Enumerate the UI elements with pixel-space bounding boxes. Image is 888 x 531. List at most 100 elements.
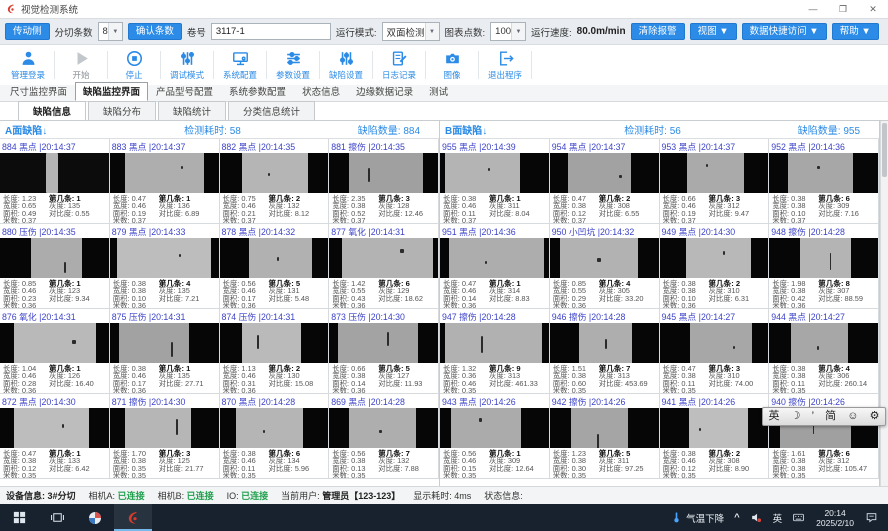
ime-settings-icon[interactable]: ⚙ — [870, 409, 880, 424]
tab-defect-monitor[interactable]: 缺陷监控界面 — [75, 82, 148, 101]
defect-cell[interactable]: 877 氧化 |20:14:31长度: 1.42宽度: 0.55面积: 0.43… — [329, 224, 439, 309]
camera-button[interactable]: 图像 — [426, 46, 478, 84]
ime-emoji-icon[interactable]: ☺ — [847, 409, 858, 424]
tab-system-params[interactable]: 系统参数配置 — [221, 82, 294, 101]
defect-meters: 米数: 0.35 — [113, 472, 216, 479]
ime-simplified[interactable]: 简 — [825, 409, 836, 424]
user-button[interactable]: 管理登录 — [2, 46, 54, 84]
defect-cell[interactable]: 875 压伤 |20:14:31长度: 0.38宽度: 0.46面积: 0.17… — [110, 309, 220, 394]
defect-contrast: 对比度: 7.88 — [378, 465, 419, 472]
defect-cell[interactable]: 945 黑点 |20:14:27长度: 0.47宽度: 0.38面积: 0.11… — [660, 309, 770, 394]
vertical-scrollbar[interactable] — [880, 121, 888, 486]
defect-cell[interactable]: 883 黑点 |20:14:37长度: 0.47宽度: 0.46面积: 0.19… — [110, 139, 220, 224]
defect-cell[interactable]: 951 黑点 |20:14:36长度: 0.47宽度: 0.46面积: 0.14… — [440, 224, 550, 309]
defect-cell[interactable]: 944 黑点 |20:14:27长度: 0.38宽度: 0.38面积: 0.11… — [769, 309, 879, 394]
clear-alarm-button[interactable]: 清除报警 — [631, 23, 685, 40]
volume-button[interactable] — [745, 504, 768, 531]
defect-cell[interactable]: 878 黑点 |20:14:32长度: 0.56宽度: 0.46面积: 0.17… — [220, 224, 330, 309]
action-center-button[interactable] — [860, 504, 883, 531]
data-quick-access-button[interactable]: 数据快捷访问 ▼ — [742, 23, 827, 40]
ime-moon-icon[interactable]: ☽ — [791, 409, 801, 424]
defect-cell[interactable]: 942 擦伤 |20:14:26长度: 1.23宽度: 0.38面积: 0.30… — [550, 394, 660, 479]
run-mode-select[interactable]: 双面检测 ▼ — [382, 22, 440, 41]
slit-count-select[interactable]: 8 ▼ — [98, 22, 123, 41]
subtab-defect-info[interactable]: 缺陷信息 — [18, 101, 86, 120]
defect-meters: 米数: 0.35 — [223, 472, 326, 479]
language-indicator[interactable]: 英 — [768, 504, 788, 531]
start-button[interactable] — [0, 504, 38, 531]
defect-cell[interactable]: 873 压伤 |20:14:30长度: 0.66宽度: 0.38面积: 0.14… — [329, 309, 439, 394]
defect-image — [660, 323, 769, 363]
roll-number-input[interactable] — [211, 23, 331, 40]
defect-cell[interactable]: 881 擦伤 |20:14:35长度: 2.35宽度: 0.38面积: 0.52… — [329, 139, 439, 224]
tray-expand-chevron[interactable]: ^ — [729, 504, 745, 531]
weather-widget[interactable]: 气温下降 — [665, 504, 729, 531]
defect-mark — [387, 332, 389, 346]
confirm-count-button[interactable]: 确认条数 — [128, 23, 182, 40]
tab-product-config[interactable]: 产品型号配置 — [148, 82, 221, 101]
defect-cell[interactable]: 880 压伤 |20:14:35长度: 0.85宽度: 0.46面积: 0.23… — [0, 224, 110, 309]
ime-lang-en[interactable]: 英 — [769, 409, 780, 424]
scrollbar-thumb[interactable] — [882, 123, 887, 177]
tab-status-info[interactable]: 状态信息 — [294, 82, 348, 101]
close-button[interactable]: ✕ — [858, 0, 888, 18]
subtab-class-info-stats[interactable]: 分类信息统计 — [228, 101, 315, 120]
defect-cell[interactable]: 876 氧化 |20:14:31长度: 1.04宽度: 0.46面积: 0.28… — [0, 309, 110, 394]
params-button[interactable]: 参数设置 — [267, 46, 319, 84]
tab-edge-data[interactable]: 边缘数据记录 — [348, 82, 421, 101]
taskbar-app-button[interactable] — [76, 504, 114, 531]
defect-cell[interactable]: 941 黑点 |20:14:26长度: 0.38宽度: 0.46面积: 0.12… — [660, 394, 770, 479]
defect-cell[interactable]: 879 黑点 |20:14:33长度: 0.38宽度: 0.38面积: 0.10… — [110, 224, 220, 309]
defect-cell[interactable]: 948 擦伤 |20:14:28长度: 1.98宽度: 0.38面积: 0.42… — [769, 224, 879, 309]
panel-header: B面缺陷↓检测耗时: 56缺陷数量: 955 — [440, 121, 879, 139]
defect-info: 长度: 0.38宽度: 0.46面积: 0.11米数: 0.37第几条: 1灰度… — [440, 193, 549, 224]
log-button[interactable]: 日志记录 — [373, 46, 425, 84]
defect-cell[interactable]: 872 黑点 |20:14:30长度: 0.47宽度: 0.38面积: 0.12… — [0, 394, 110, 479]
subtab-defect-distribution[interactable]: 缺陷分布 — [88, 101, 156, 120]
defect-cell[interactable]: 954 黑点 |20:14:37长度: 0.47宽度: 0.38面积: 0.12… — [550, 139, 660, 224]
defect-image — [769, 153, 878, 193]
defect-contrast: 对比度: 105.47 — [818, 465, 867, 472]
defect-cell[interactable]: 947 擦伤 |20:14:28长度: 1.32宽度: 0.36面积: 0.46… — [440, 309, 550, 394]
system-button[interactable]: 系统配置 — [214, 46, 266, 84]
image-edge-bar — [110, 153, 125, 193]
defect-cell[interactable]: 946 擦伤 |20:14:28长度: 1.51宽度: 0.38面积: 0.60… — [550, 309, 660, 394]
ime-mode-button[interactable] — [787, 504, 810, 531]
ime-punct[interactable]: ’ — [812, 409, 814, 424]
defect-cell[interactable]: 870 黑点 |20:14:28长度: 0.38宽度: 0.46面积: 0.11… — [220, 394, 330, 479]
system-icon — [231, 49, 250, 68]
exit-button[interactable]: 退出程序 — [479, 46, 531, 84]
defect-cell[interactable]: 949 黑点 |20:14:30长度: 0.38宽度: 0.38面积: 0.10… — [660, 224, 770, 309]
defect-mark — [830, 253, 832, 269]
debug-button[interactable]: 调试模式 — [161, 46, 213, 84]
defect-button[interactable]: 缺陷设置 — [320, 46, 372, 84]
tab-test[interactable]: 测试 — [421, 82, 456, 101]
defect-cell[interactable]: 884 黑点 |20:14:37长度: 1.23宽度: 0.65面积: 0.49… — [0, 139, 110, 224]
chart-points-select[interactable]: 100 ▼ — [490, 22, 526, 41]
defect-cell[interactable]: 871 擦伤 |20:14:30长度: 1.70宽度: 0.38面积: 0.35… — [110, 394, 220, 479]
drive-side-button[interactable]: 传动侧 — [5, 23, 50, 40]
image-edge-bar — [110, 323, 119, 363]
play-button[interactable]: 开始 — [55, 46, 107, 84]
image-edge-bar — [632, 323, 658, 363]
view-menu-button[interactable]: 视图 ▼ — [690, 23, 737, 40]
task-view-button[interactable] — [38, 504, 76, 531]
stop-button[interactable]: 停止 — [108, 46, 160, 84]
defect-cell[interactable]: 955 黑点 |20:14:39长度: 0.38宽度: 0.46面积: 0.11… — [440, 139, 550, 224]
minimize-button[interactable]: — — [798, 0, 828, 18]
defect-cell[interactable]: 874 压伤 |20:14:31长度: 1.13宽度: 0.46面积: 0.31… — [220, 309, 330, 394]
help-menu-button[interactable]: 帮助 ▼ — [832, 23, 879, 40]
defect-cell[interactable]: 952 黑点 |20:14:36长度: 0.38宽度: 0.38面积: 0.10… — [769, 139, 879, 224]
taskbar-clock[interactable]: 20:14 2025/2/10 — [810, 508, 860, 528]
defect-cell[interactable]: 950 小凹坑 |20:14:32长度: 0.85宽度: 0.55面积: 0.2… — [550, 224, 660, 309]
defect-cell[interactable]: 869 黑点 |20:14:28长度: 0.56宽度: 0.38面积: 0.13… — [329, 394, 439, 479]
taskbar-vision-app-button[interactable] — [114, 504, 152, 531]
defect-cell[interactable]: 953 黑点 |20:14:37长度: 0.66宽度: 0.46面积: 0.19… — [660, 139, 770, 224]
subtab-defect-stats[interactable]: 缺陷统计 — [158, 101, 226, 120]
defect-cell[interactable]: 882 黑点 |20:14:35长度: 0.75宽度: 0.46面积: 0.21… — [220, 139, 330, 224]
panel-header: A面缺陷↓检测耗时: 58缺陷数量: 884 — [0, 121, 439, 139]
maximize-button[interactable]: ❐ — [828, 0, 858, 18]
defect-cell[interactable]: 943 黑点 |20:14:26长度: 0.56宽度: 0.46面积: 0.15… — [440, 394, 550, 479]
defect-info: 长度: 0.47宽度: 0.38面积: 0.12米数: 0.37第几条: 2灰度… — [550, 193, 659, 224]
tab-size-monitor[interactable]: 尺寸监控界面 — [2, 82, 75, 101]
